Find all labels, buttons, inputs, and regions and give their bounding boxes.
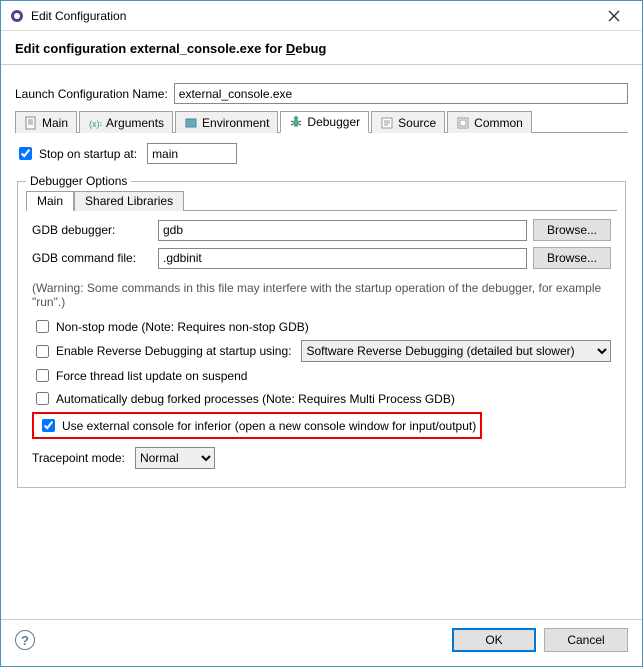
- external-console-checkbox[interactable]: [42, 419, 55, 432]
- common-icon: [456, 116, 470, 130]
- force-thread-label: Force thread list update on suspend: [56, 369, 247, 383]
- debugger-options-legend: Debugger Options: [26, 174, 131, 188]
- reverse-debug-select[interactable]: Software Reverse Debugging (detailed but…: [301, 340, 611, 362]
- file-icon: [24, 116, 38, 130]
- external-console-label: Use external console for inferior (open …: [62, 419, 476, 433]
- launch-name-label: Launch Configuration Name:: [15, 87, 168, 101]
- app-icon: [9, 8, 25, 24]
- stop-on-startup-input[interactable]: [147, 143, 237, 164]
- force-thread-checkbox[interactable]: [36, 369, 49, 382]
- help-button[interactable]: ?: [15, 630, 35, 650]
- header: Edit configuration external_console.exe …: [1, 31, 642, 65]
- tab-common[interactable]: Common: [447, 111, 532, 133]
- content: Launch Configuration Name: Main (x)= Arg…: [1, 65, 642, 619]
- dialog-window: Edit Configuration Edit configuration ex…: [0, 0, 643, 667]
- gdb-debugger-browse-button[interactable]: Browse...: [533, 219, 611, 241]
- inner-tab-shared-libraries[interactable]: Shared Libraries: [74, 191, 184, 211]
- gdb-debugger-input[interactable]: [158, 220, 527, 241]
- reverse-debug-checkbox[interactable]: [36, 345, 49, 358]
- debugger-inner-tabs: Main Shared Libraries: [26, 190, 617, 211]
- tab-environment[interactable]: Environment: [175, 111, 278, 133]
- svg-text:(x)=: (x)=: [89, 119, 102, 129]
- external-console-highlight: Use external console for inferior (open …: [32, 412, 482, 439]
- tab-source[interactable]: Source: [371, 111, 445, 133]
- tab-arguments[interactable]: (x)= Arguments: [79, 111, 173, 133]
- environment-icon: [184, 116, 198, 130]
- gdb-cmdfile-label: GDB command file:: [32, 251, 152, 265]
- titlebar: Edit Configuration: [1, 1, 642, 31]
- debugger-options-group: Debugger Options Main Shared Libraries G…: [17, 174, 626, 488]
- gdb-cmdfile-input[interactable]: [158, 248, 527, 269]
- source-icon: [380, 116, 394, 130]
- auto-forked-label: Automatically debug forked processes (No…: [56, 392, 455, 406]
- close-icon: [608, 10, 620, 22]
- nonstop-checkbox[interactable]: [36, 320, 49, 333]
- tab-main[interactable]: Main: [15, 111, 77, 133]
- gdb-debugger-label: GDB debugger:: [32, 223, 152, 237]
- inner-tab-main[interactable]: Main: [26, 191, 74, 211]
- config-tabs: Main (x)= Arguments Environment Debugger…: [15, 110, 628, 133]
- launch-name-input[interactable]: [174, 83, 628, 104]
- footer: ? OK Cancel: [1, 619, 642, 666]
- nonstop-label: Non-stop mode (Note: Requires non-stop G…: [56, 320, 309, 334]
- tracepoint-select[interactable]: Normal: [135, 447, 215, 469]
- cancel-button[interactable]: Cancel: [544, 628, 628, 652]
- ok-button[interactable]: OK: [452, 628, 536, 652]
- tab-debugger[interactable]: Debugger: [280, 111, 369, 133]
- tracepoint-label: Tracepoint mode:: [32, 451, 125, 465]
- header-title: Edit configuration external_console.exe …: [15, 41, 628, 56]
- close-button[interactable]: [594, 1, 634, 30]
- help-icon: ?: [21, 633, 29, 648]
- cmdfile-warning: (Warning: Some commands in this file may…: [32, 275, 611, 317]
- window-title: Edit Configuration: [31, 9, 594, 23]
- arguments-icon: (x)=: [88, 116, 102, 130]
- auto-forked-checkbox[interactable]: [36, 392, 49, 405]
- reverse-debug-label: Enable Reverse Debugging at startup usin…: [56, 344, 291, 358]
- stop-on-startup-label: Stop on startup at:: [39, 147, 137, 161]
- gdb-cmdfile-browse-button[interactable]: Browse...: [533, 247, 611, 269]
- stop-on-startup-checkbox[interactable]: [19, 147, 32, 160]
- bug-icon: [289, 115, 303, 129]
